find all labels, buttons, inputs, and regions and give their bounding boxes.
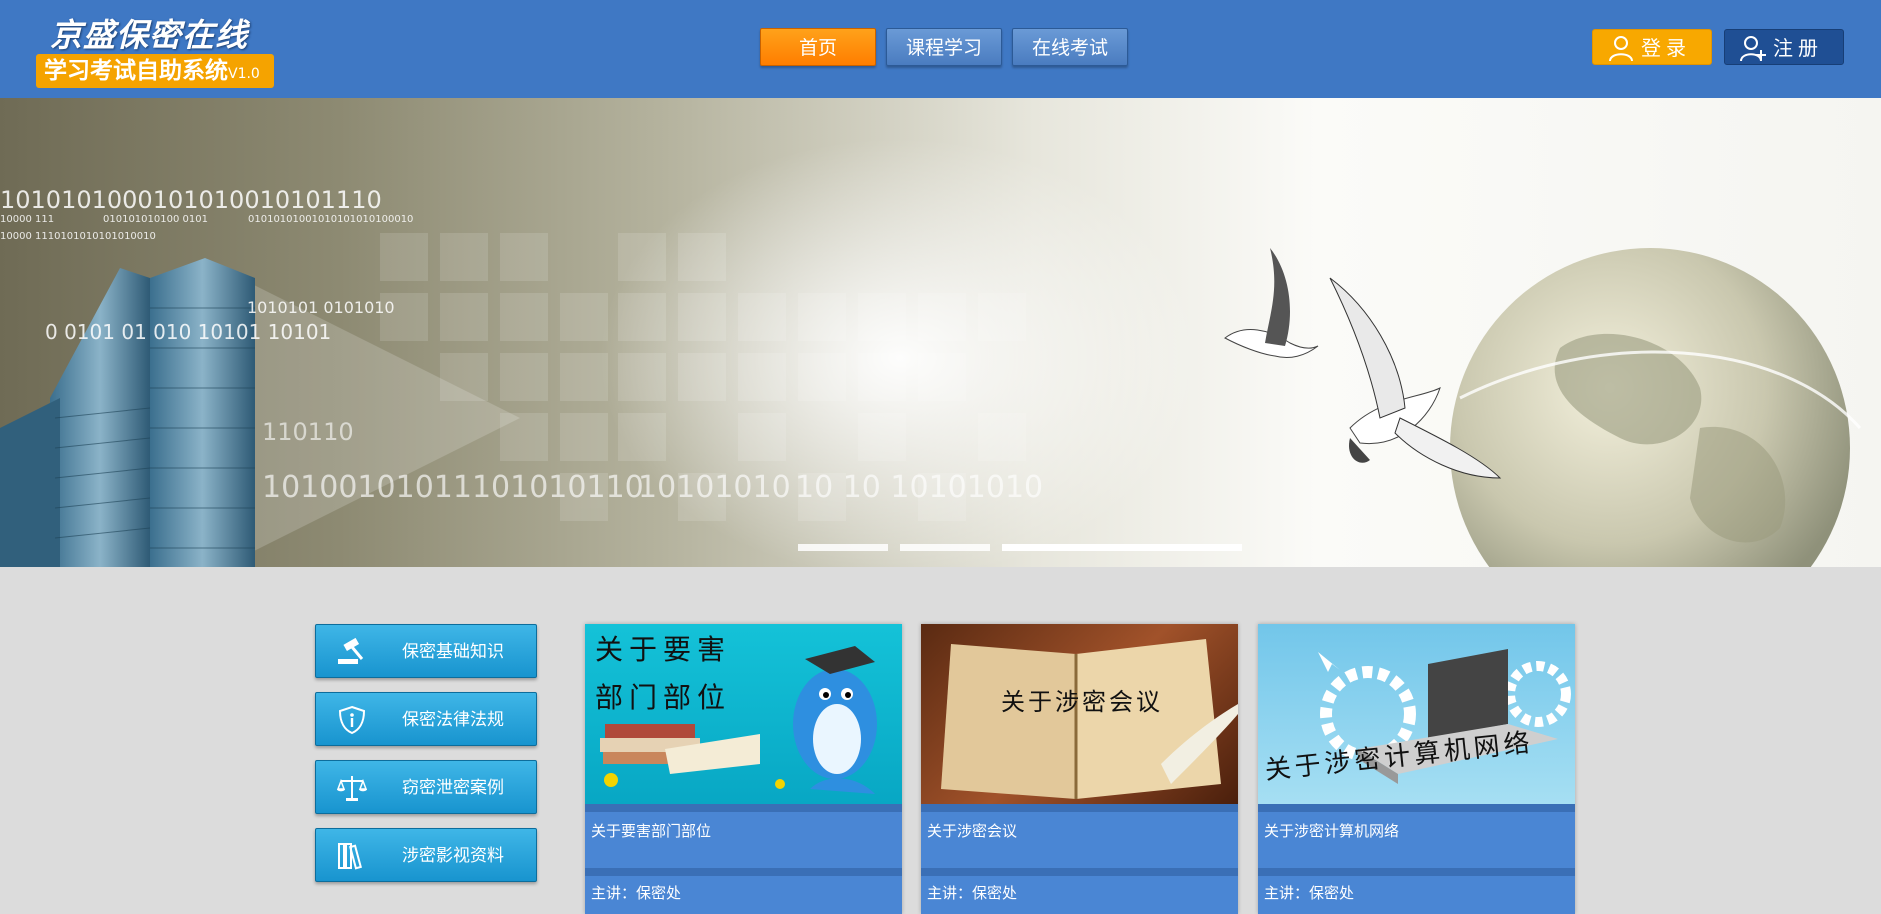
logo-subtitle: 学习考试自助系统 (44, 58, 228, 84)
banner-slide-indicator[interactable] (798, 544, 888, 551)
binary-line: 10000 111 (0, 214, 55, 225)
shield-info-icon (338, 705, 366, 735)
nav-courses[interactable]: 课程学习 (886, 28, 1002, 66)
logo-title: 京盛保密在线 (50, 16, 249, 54)
sidebar-item-cases[interactable]: 窃密泄密案例 (315, 760, 537, 814)
card-title[interactable]: 关于涉密会议 (927, 820, 1017, 841)
card-divider (1258, 804, 1575, 812)
seagull-1 (1224, 248, 1319, 359)
binary-line: 0 0101 01 010 10101 10101 (45, 320, 332, 344)
logo-subtitle-badge: 学习考试自助系统V1.0 (36, 54, 274, 88)
header: 京盛保密在线 学习考试自助系统V1.0 首页 课程学习 在线考试 登录 注册 (0, 0, 1881, 98)
scales-icon (336, 776, 368, 801)
card-divider (921, 804, 1238, 812)
banner-slide-indicator[interactable] (900, 544, 990, 551)
course-card[interactable]: 关于涉密计算机网络 关于涉密计算机网络 主讲：保密处 (1258, 624, 1575, 914)
card-speaker: 主讲：保密处 (927, 884, 1018, 902)
logo-version: V1.0 (228, 66, 260, 82)
sidebar-item-label: 保密基础知识 (402, 642, 504, 662)
card-speaker: 主讲：保密处 (591, 884, 682, 902)
user-icon (1609, 36, 1633, 62)
binary-line: 10100101011101010110 (262, 470, 644, 505)
card-title[interactable]: 关于要害部门部位 (591, 820, 711, 841)
register-button[interactable]: 注册 (1724, 29, 1844, 65)
binary-line: 010101010100 0101 (103, 214, 208, 225)
binary-line: 10101010 (638, 470, 791, 505)
course-card[interactable]: 关于涉密会议 关于涉密会议 主讲：保密处 (921, 624, 1238, 914)
banner-pagination (798, 544, 1258, 552)
binary-line: 110110 (262, 418, 354, 446)
binary-line: 1010101 0101010 (247, 298, 395, 317)
nav-home[interactable]: 首页 (760, 28, 876, 66)
card-image-text: 部门部位 (595, 681, 732, 714)
sidebar-item-laws[interactable]: 保密法律法规 (315, 692, 537, 746)
binary-line: 10000 1110101010101010010 (0, 231, 156, 242)
binary-line: 10 10 10101010 (795, 470, 1044, 505)
card-divider (1258, 868, 1575, 876)
hero-banner[interactable]: 1010101000101010010101110 10000 111 0101… (0, 98, 1881, 567)
card-divider (585, 868, 902, 876)
sidebar-item-media[interactable]: 涉密影视资料 (315, 828, 537, 882)
card-title[interactable]: 关于涉密计算机网络 (1264, 820, 1399, 841)
books-icon (338, 843, 362, 870)
binary-line: 01010101001010101010100010 (248, 214, 414, 225)
user-add-icon (1740, 36, 1766, 62)
register-label: 注册 (1773, 36, 1823, 60)
gavel-icon (338, 637, 364, 664)
sidebar-item-basics[interactable]: 保密基础知识 (315, 624, 537, 678)
sidebar-item-label: 保密法律法规 (402, 710, 504, 730)
card-image-text: 关于要害 (595, 633, 732, 666)
login-button[interactable]: 登录 (1592, 29, 1712, 65)
sidebar-item-label: 涉密影视资料 (402, 846, 504, 866)
sidebar-item-label: 窃密泄密案例 (402, 778, 504, 798)
nav-exam[interactable]: 在线考试 (1012, 28, 1128, 66)
card-speaker: 主讲：保密处 (1264, 884, 1355, 902)
logo[interactable]: 京盛保密在线 学习考试自助系统V1.0 (36, 10, 276, 90)
card-image-text: 关于涉密会议 (1001, 688, 1163, 716)
card-divider (921, 868, 1238, 876)
binary-line: 1010101000101010010101110 (0, 186, 382, 214)
course-card-image: 关于涉密会议 (921, 624, 1238, 804)
card-divider (585, 804, 902, 812)
course-card-image: 关于涉密计算机网络 (1258, 624, 1575, 804)
course-card[interactable]: 关于要害 部门部位 关于要害部门部位 主讲：保密处 (585, 624, 902, 914)
banner-slide-indicator-active[interactable] (1002, 544, 1242, 551)
login-label: 登录 (1641, 36, 1691, 60)
course-card-image: 关于要害 部门部位 (585, 624, 902, 804)
